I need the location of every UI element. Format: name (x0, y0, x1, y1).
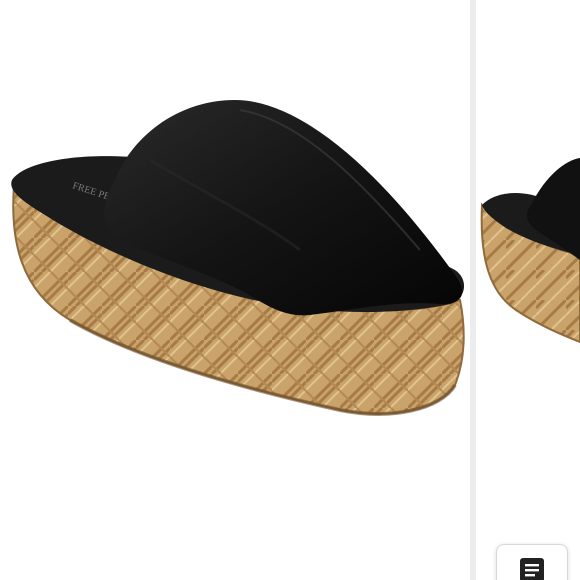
product-photo-main[interactable]: FREE PE (0, 0, 468, 580)
product-image-carousel: FREE PE (0, 0, 580, 580)
product-photo-next[interactable] (476, 0, 580, 580)
floating-menu-button[interactable] (496, 544, 568, 580)
menu-lines-icon (520, 558, 544, 580)
sandal-illustration-next (480, 158, 580, 344)
sandal-illustration: FREE PE (11, 100, 465, 416)
